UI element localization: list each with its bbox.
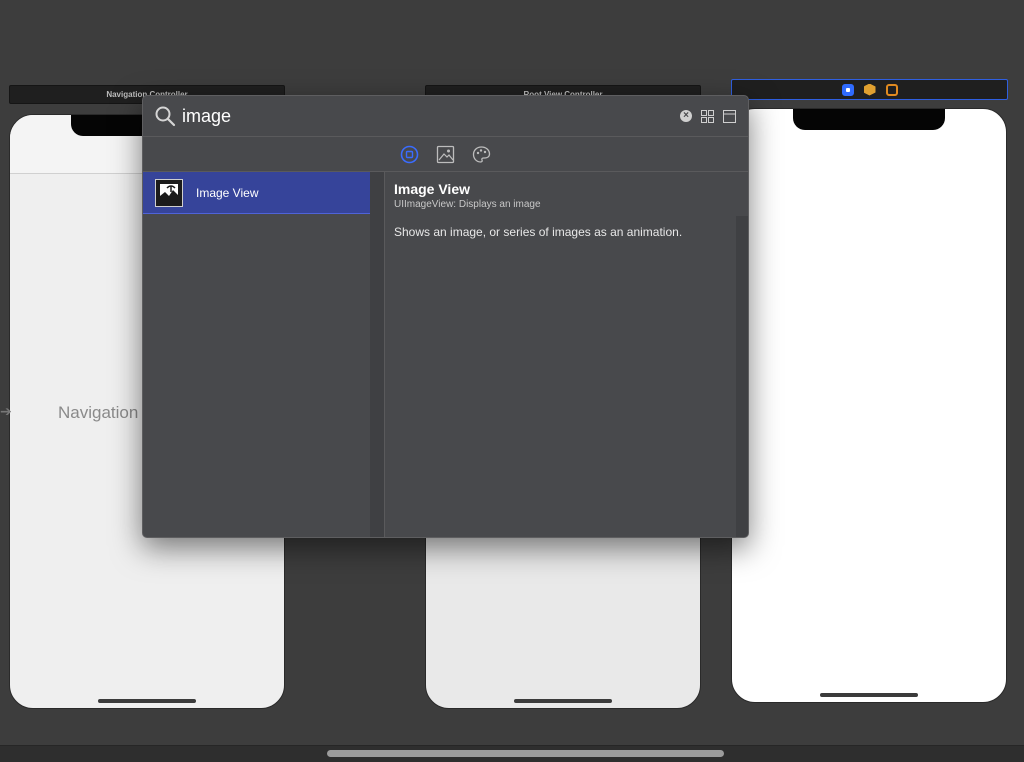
view-controller-icon[interactable]	[841, 83, 854, 96]
tab-colors[interactable]	[472, 145, 491, 164]
device-notch	[793, 109, 945, 130]
grid-view-icon[interactable]	[701, 109, 714, 123]
scrollbar-thumb[interactable]	[327, 750, 724, 757]
library-search-input[interactable]	[182, 105, 680, 127]
detail-subtitle: UIImageView: Displays an image	[394, 199, 541, 210]
scene-view-controller[interactable]	[731, 108, 1007, 703]
library-tabs	[143, 137, 748, 172]
library-detail-pane: Image View UIImageView: Displays an imag…	[386, 172, 748, 537]
canvas-horizontal-scrollbar[interactable]	[0, 745, 1024, 762]
library-item-list[interactable]: Image View	[143, 172, 385, 537]
list-scrollbar[interactable]	[370, 172, 385, 537]
clear-search-icon[interactable]: ×	[680, 110, 692, 122]
media-icon	[436, 145, 455, 163]
object-library-popover[interactable]: ×	[142, 95, 749, 538]
objects-icon	[400, 145, 419, 163]
image-view-icon	[155, 178, 183, 207]
home-indicator	[820, 693, 918, 697]
list-item-label: Image View	[196, 185, 259, 200]
first-responder-icon[interactable]	[863, 83, 876, 96]
tab-objects[interactable]	[400, 145, 419, 164]
detail-description: Shows an image, or series of images as a…	[394, 225, 683, 239]
exit-icon[interactable]	[885, 83, 898, 96]
home-indicator	[98, 699, 196, 703]
scene-bar-view-controller[interactable]	[731, 79, 1008, 100]
colors-icon	[472, 145, 491, 163]
search-icon	[155, 106, 176, 127]
detail-view-icon[interactable]	[723, 109, 736, 123]
detail-title: Image View	[394, 181, 471, 197]
detail-scrollbar[interactable]	[736, 216, 748, 537]
list-item-image-view[interactable]: Image View	[143, 172, 371, 214]
entry-point-arrow-icon[interactable]: ➔	[0, 403, 12, 420]
home-indicator	[514, 699, 612, 703]
tab-media[interactable]	[436, 145, 455, 164]
library-search-bar: ×	[143, 96, 748, 137]
